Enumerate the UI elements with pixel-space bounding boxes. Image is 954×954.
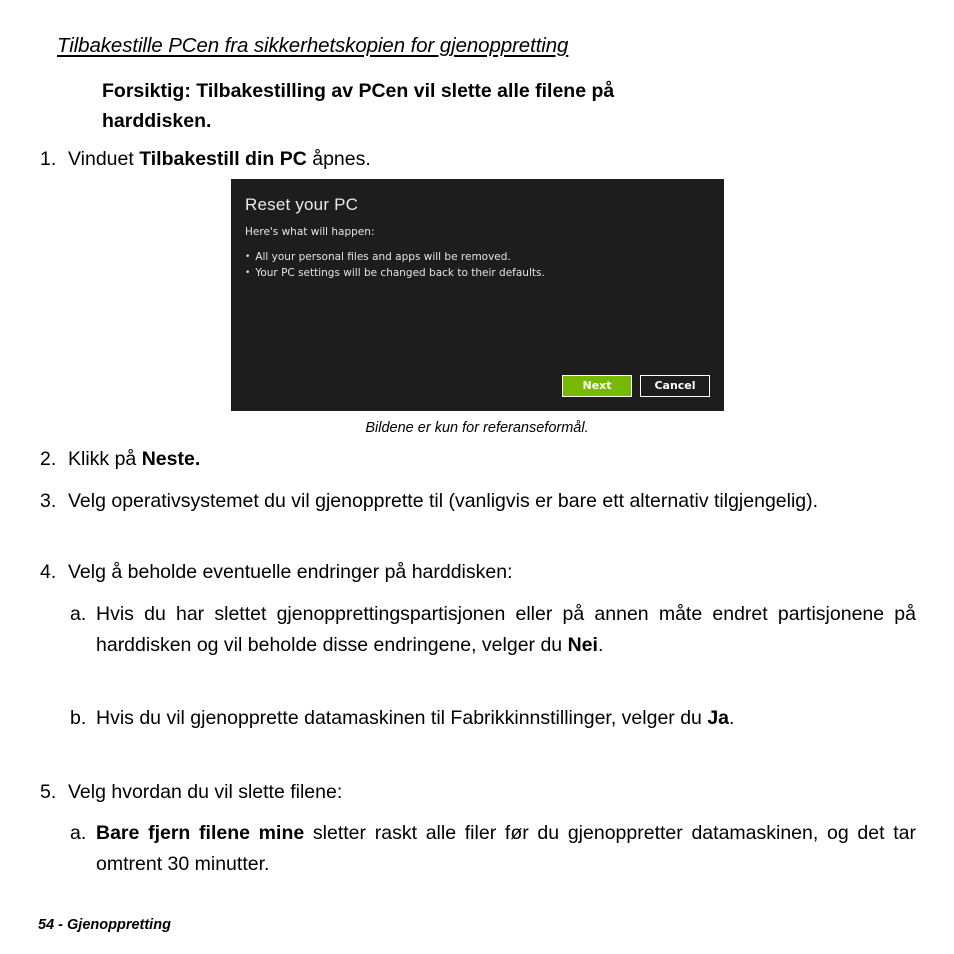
step-4b-suffix: . xyxy=(729,707,735,729)
step-3-body: Velg operativsystemet du vil gjenopprett… xyxy=(68,490,819,512)
cancel-button[interactable]: Cancel xyxy=(640,375,710,397)
step-3: 3. Velg operativsystemet du vil gjenoppr… xyxy=(40,486,916,517)
section-heading: Tilbakestille PCen fra sikkerhetskopien … xyxy=(57,34,569,57)
dialog-bullet-list: All your personal files and apps will be… xyxy=(245,249,545,281)
step-1-prefix: Vinduet xyxy=(68,148,140,170)
step-4-body: Velg å beholde eventuelle endringer på h… xyxy=(68,561,513,583)
step-4a-marker: a. xyxy=(70,603,87,625)
step-5: 5. Velg hvordan du vil slette filene: xyxy=(40,777,916,808)
step-4-marker: 4. xyxy=(40,561,57,583)
dialog-button-row: Next Cancel xyxy=(562,375,710,397)
page-footer: 54 - Gjenoppretting xyxy=(38,917,171,933)
step-4b-marker: b. xyxy=(70,707,87,729)
step-5a-marker: a. xyxy=(70,822,87,844)
step-1: 1. Vinduet Tilbakestill din PC åpnes. xyxy=(40,144,916,175)
step-4a: a. Hvis du har slettet gjenopprettingspa… xyxy=(70,599,916,660)
step-5a: a. Bare fjern filene mine sletter raskt … xyxy=(70,818,916,879)
step-1-marker: 1. xyxy=(40,148,57,170)
step-5-body: Velg hvordan du vil slette filene: xyxy=(68,781,343,803)
document-page: Tilbakestille PCen fra sikkerhetskopien … xyxy=(0,0,954,954)
step-5a-body: Bare fjern filene mine sletter raskt all… xyxy=(96,818,916,879)
step-4a-prefix: Hvis du har slettet gjenopprettingsparti… xyxy=(96,603,916,656)
caution-text: Tilbakestilling av PCen vil slette alle … xyxy=(196,80,615,102)
caution-text-line2: harddisken. xyxy=(102,110,212,132)
step-4: 4. Velg å beholde eventuelle endringer p… xyxy=(40,557,916,588)
step-1-body: Vinduet Tilbakestill din PC åpnes. xyxy=(68,144,916,175)
step-4b-body: Hvis du vil gjenopprette datamaskinen ti… xyxy=(96,703,916,734)
dialog-subtitle: Here's what will happen: xyxy=(245,226,375,238)
step-2: 2. Klikk på Neste. xyxy=(40,444,916,475)
step-4b-bold: Ja xyxy=(707,707,730,729)
step-4b: b. Hvis du vil gjenopprette datamaskinen… xyxy=(70,703,916,734)
step-4a-body: Hvis du har slettet gjenopprettingsparti… xyxy=(96,599,916,660)
dialog-title: Reset your PC xyxy=(245,195,359,214)
step-2-bold: Neste. xyxy=(141,448,201,470)
figure-reset-pc-screenshot: Reset your PC Here's what will happen: A… xyxy=(231,179,724,411)
step-3-marker: 3. xyxy=(40,490,57,512)
step-4a-bold: Nei xyxy=(567,633,598,656)
dialog-bullet-item: All your personal files and apps will be… xyxy=(245,249,545,265)
caution-label: Forsiktig: xyxy=(102,80,191,102)
figure-caption: Bildene er kun for referanseformål. xyxy=(365,420,589,436)
step-4a-suffix: . xyxy=(597,633,604,656)
next-button[interactable]: Next xyxy=(562,375,632,397)
caution-note: Forsiktig: Tilbakestilling av PCen vil s… xyxy=(102,76,916,136)
step-4b-prefix: Hvis du vil gjenopprette datamaskinen ti… xyxy=(96,707,708,729)
step-2-body: Klikk på Neste. xyxy=(68,444,916,475)
step-2-prefix: Klikk på xyxy=(68,448,142,470)
step-5a-bold: Bare fjern filene mine xyxy=(96,822,305,844)
reset-pc-dialog: Reset your PC Here's what will happen: A… xyxy=(231,179,724,411)
step-5-marker: 5. xyxy=(40,781,57,803)
dialog-bullet-item: Your PC settings will be changed back to… xyxy=(245,265,544,281)
step-1-suffix: åpnes. xyxy=(306,148,371,170)
step-2-marker: 2. xyxy=(40,448,57,470)
step-1-bold: Tilbakestill din PC xyxy=(139,148,307,170)
